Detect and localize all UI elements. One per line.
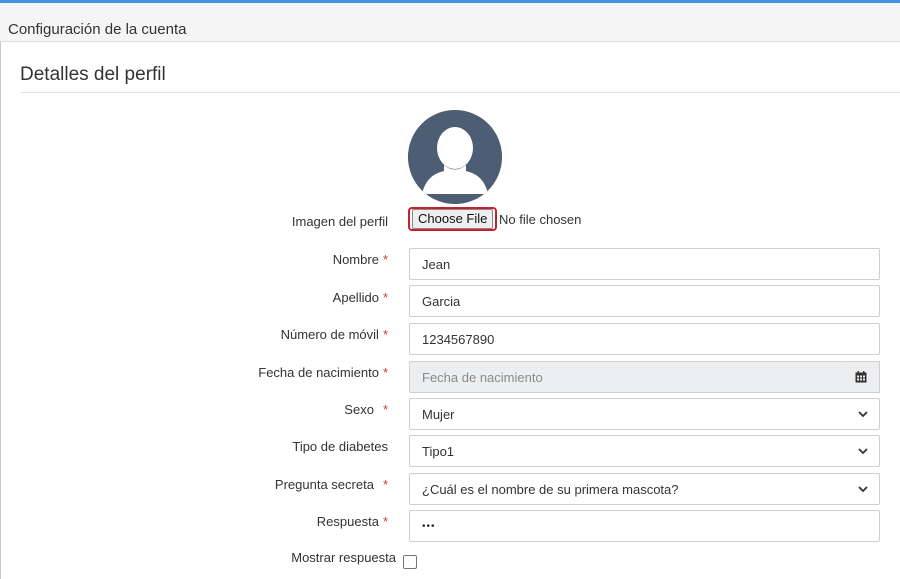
file-status-text: No file chosen bbox=[499, 212, 582, 227]
movil-label: Número de móvil * bbox=[280, 327, 388, 342]
movil-value: 1234567890 bbox=[422, 331, 495, 347]
section-divider bbox=[20, 92, 900, 93]
required-marker: * bbox=[382, 252, 388, 267]
diabetes-select[interactable]: Tipo1 bbox=[409, 435, 880, 467]
sexo-select[interactable]: Mujer bbox=[409, 398, 880, 430]
required-marker: * bbox=[382, 327, 388, 342]
apellido-value: Garcia bbox=[422, 293, 461, 309]
user-silhouette-icon bbox=[408, 110, 502, 204]
mostrar-label: Mostrar respuesta bbox=[291, 550, 396, 565]
profile-image-label: Imagen del perfil bbox=[291, 214, 388, 229]
required-marker: * bbox=[382, 514, 388, 529]
nombre-label: Nombre * bbox=[332, 252, 388, 267]
fecha-label: Fecha de nacimiento * bbox=[258, 365, 388, 380]
respuesta-value: ••• bbox=[422, 520, 436, 532]
apellido-label: Apellido * bbox=[332, 290, 388, 305]
pregunta-value: ¿Cuál es el nombre de su primera mascota… bbox=[422, 481, 679, 497]
chevron-down-icon bbox=[853, 485, 873, 493]
sexo-value: Mujer bbox=[422, 406, 455, 422]
diabetes-label: Tipo de diabetes bbox=[292, 439, 388, 454]
section-title: Detalles del perfil bbox=[20, 64, 166, 85]
pregunta-label: Pregunta secreta * bbox=[274, 477, 388, 492]
respuesta-label: Respuesta * bbox=[316, 514, 388, 529]
fecha-input[interactable]: Fecha de nacimiento bbox=[409, 361, 844, 393]
page-header: Configuración de la cuenta bbox=[0, 0, 900, 42]
required-marker: * bbox=[382, 402, 388, 417]
mostrar-respuesta-checkbox[interactable] bbox=[403, 555, 417, 569]
calendar-button[interactable] bbox=[843, 361, 880, 393]
sexo-label: Sexo * bbox=[344, 402, 388, 417]
nombre-value: Jean bbox=[422, 256, 451, 272]
movil-input[interactable]: 1234567890 bbox=[409, 323, 880, 355]
diabetes-value: Tipo1 bbox=[422, 443, 455, 459]
chevron-down-icon bbox=[853, 447, 873, 455]
required-marker: * bbox=[382, 290, 388, 305]
required-marker: * bbox=[382, 365, 388, 380]
fecha-placeholder: Fecha de nacimiento bbox=[422, 369, 543, 385]
chevron-down-icon bbox=[853, 410, 873, 418]
pregunta-select[interactable]: ¿Cuál es el nombre de su primera mascota… bbox=[409, 473, 880, 505]
page-header-title: Configuración de la cuenta bbox=[8, 21, 187, 38]
calendar-icon bbox=[855, 371, 867, 383]
choose-file-button-label: Choose File bbox=[412, 209, 494, 229]
required-marker: * bbox=[382, 477, 388, 492]
choose-file-button[interactable]: Choose File bbox=[408, 207, 498, 231]
apellido-input[interactable]: Garcia bbox=[409, 285, 880, 317]
respuesta-input[interactable]: ••• bbox=[409, 510, 880, 542]
content-left-border bbox=[0, 42, 1, 579]
nombre-input[interactable]: Jean bbox=[409, 248, 880, 280]
